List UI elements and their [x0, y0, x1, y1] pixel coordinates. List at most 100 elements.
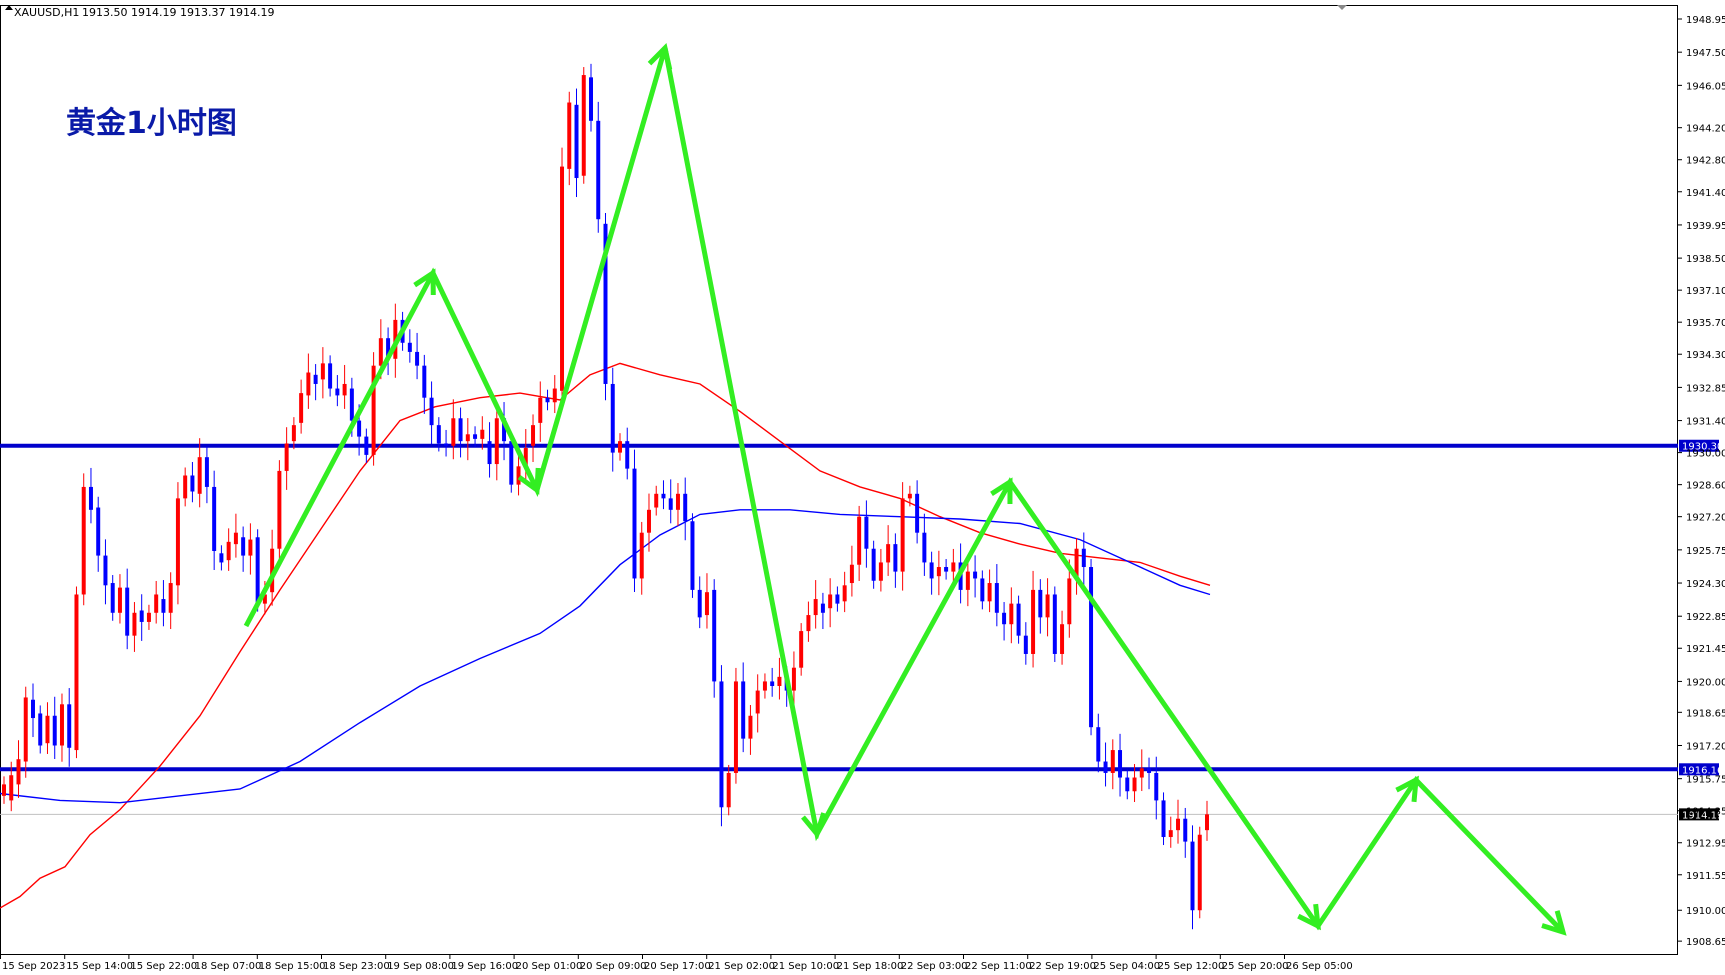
y-tick-label: 1946.05: [1686, 81, 1725, 92]
candle: [987, 569, 992, 613]
candle: [864, 500, 869, 568]
candle: [560, 147, 565, 405]
candle-body: [494, 418, 499, 465]
candle-body: [864, 516, 869, 549]
candle: [1016, 595, 1021, 644]
candle: [190, 461, 195, 503]
y-tick-label: 1922.85: [1686, 612, 1725, 623]
candle: [915, 480, 920, 544]
candle-body: [944, 567, 949, 572]
candle: [2, 776, 6, 804]
candle: [1089, 559, 1094, 736]
y-tick-label: 1925.75: [1686, 546, 1725, 557]
candle-body: [1176, 818, 1181, 831]
candle-body: [1096, 727, 1101, 762]
candle: [161, 580, 166, 627]
y-tick-label: 1920.00: [1686, 677, 1725, 688]
candle: [320, 347, 325, 399]
candle: [900, 482, 905, 591]
candle-body: [618, 441, 622, 453]
candle: [429, 381, 434, 445]
candle-body: [516, 466, 521, 485]
candle: [878, 548, 883, 592]
y-tick-label: 1911.55: [1686, 871, 1725, 882]
candle: [719, 665, 724, 827]
candle: [1161, 792, 1166, 846]
candle-body: [1038, 589, 1043, 618]
candle: [639, 521, 644, 595]
candle-body: [465, 434, 470, 442]
candle-body: [277, 470, 282, 549]
x-tick-label: 15 Sep 22:00: [130, 961, 197, 972]
candle-body: [335, 388, 340, 396]
candle: [1023, 622, 1028, 665]
candle-body: [886, 544, 891, 563]
y-tick-label: 1931.40: [1686, 417, 1725, 428]
candle-body: [907, 493, 912, 499]
candle-body: [1016, 603, 1021, 636]
candle-body: [480, 429, 485, 439]
candle: [45, 702, 50, 754]
candle: [342, 364, 347, 409]
x-tick-label: 22 Sep 11:00: [965, 961, 1032, 972]
candle: [306, 353, 311, 409]
y-tick-label: 1944.20: [1686, 124, 1725, 135]
candle: [545, 389, 550, 411]
candle: [219, 545, 224, 571]
candle: [313, 364, 318, 401]
candle: [922, 513, 927, 576]
candle-body: [103, 555, 108, 586]
candle: [67, 688, 72, 767]
candle: [625, 427, 630, 480]
y-tick-label: 1939.95: [1686, 221, 1725, 232]
candle: [30, 683, 35, 738]
candle: [1009, 587, 1014, 644]
candle: [733, 667, 738, 784]
price-chart[interactable]: 1930.301916.161914.19 1948.951947.501946…: [0, 0, 1725, 975]
candle: [16, 740, 21, 798]
candle-body: [755, 690, 760, 714]
scroll-shift-icon[interactable]: [1337, 5, 1347, 10]
candle-body: [1009, 603, 1014, 625]
candle-body: [415, 351, 420, 366]
y-tick-label: 1908.65: [1686, 937, 1725, 948]
y-tick-label: 1935.70: [1686, 318, 1725, 329]
candle-body: [806, 615, 811, 632]
candle: [929, 551, 934, 595]
candle-body: [1168, 830, 1173, 838]
candle-body: [646, 509, 651, 533]
candle-body: [458, 418, 463, 442]
candle-body: [378, 338, 383, 366]
candle-body: [994, 583, 999, 613]
candle: [828, 578, 833, 628]
candle: [81, 473, 86, 606]
candle-body: [813, 599, 818, 616]
candle: [284, 427, 289, 490]
candle: [23, 686, 28, 778]
candle-body: [1190, 841, 1195, 911]
candle: [1002, 602, 1007, 641]
y-tick-label: 1941.40: [1686, 188, 1725, 199]
candle-body: [451, 418, 456, 446]
candle: [697, 576, 702, 629]
y-tick-label: 1918.65: [1686, 708, 1725, 719]
candle-body: [52, 715, 57, 746]
candle: [762, 673, 767, 699]
candle: [1205, 800, 1209, 841]
candle-body: [726, 772, 731, 808]
candle: [799, 623, 804, 676]
candle-body: [313, 374, 318, 384]
y-tick-label: 1928.60: [1686, 481, 1725, 492]
candle: [1052, 586, 1057, 662]
candle-body: [871, 548, 876, 581]
candle: [712, 579, 717, 698]
candle-body: [487, 441, 492, 465]
candle-body: [357, 420, 362, 437]
candle-body: [1031, 589, 1036, 654]
x-tick-label: 21 Sep 18:00: [837, 961, 904, 972]
candle-body: [9, 775, 14, 801]
candle: [197, 438, 202, 508]
candle: [1190, 825, 1195, 930]
candle: [371, 352, 376, 466]
candle: [146, 604, 151, 630]
